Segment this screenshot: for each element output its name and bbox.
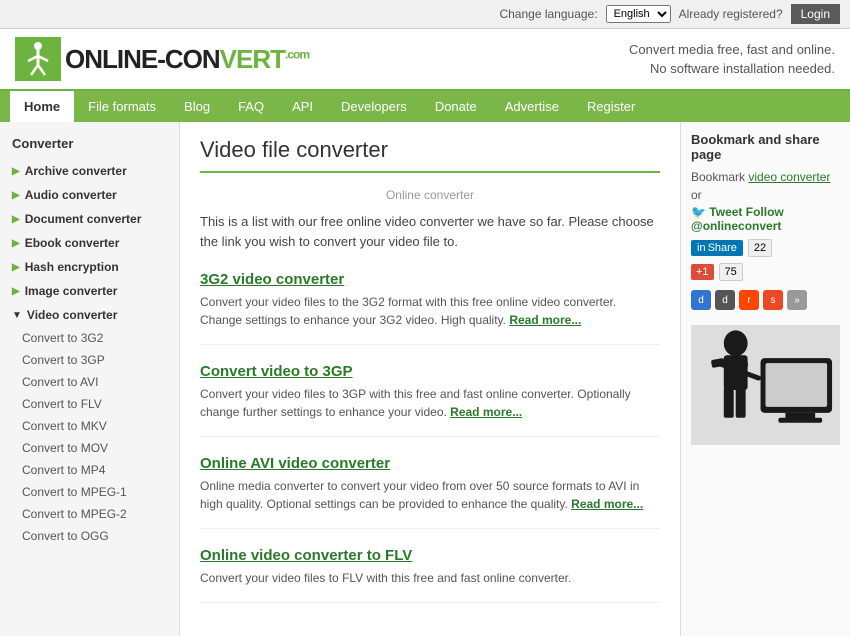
bookmark-title: Bookmark and share page — [691, 132, 840, 162]
advertisement-area — [691, 325, 840, 445]
nav-blog[interactable]: Blog — [170, 91, 224, 122]
sidebar-item-hash[interactable]: ▶ Hash encryption — [0, 255, 179, 279]
sidebar-label-ebook: Ebook converter — [25, 236, 120, 250]
converter-item-3g2: 3G2 video converter Convert your video f… — [200, 271, 660, 345]
sidebar-item-audio[interactable]: ▶ Audio converter — [0, 183, 179, 207]
linkedin-label: Share — [708, 242, 737, 254]
reddit-icon[interactable]: r — [739, 290, 759, 310]
intro-text: This is a list with our free online vide… — [200, 212, 660, 251]
linkedin-icon: in — [697, 242, 706, 254]
social-buttons: in Share 22 — [691, 239, 840, 257]
nav-donate[interactable]: Donate — [421, 91, 491, 122]
top-bar: Change language: English Already registe… — [0, 0, 850, 29]
sidebar: Converter ▶ Archive converter ▶ Audio co… — [0, 122, 180, 636]
converter-desc-3g2: Convert your video files to the 3G2 form… — [200, 293, 660, 329]
nav-home[interactable]: Home — [10, 91, 74, 122]
login-button[interactable]: Login — [791, 4, 840, 24]
nav-faq[interactable]: FAQ — [224, 91, 278, 122]
sidebar-title: Converter — [0, 132, 179, 159]
gplus-buttons: +1 75 d d r s » — [691, 263, 840, 310]
linkedin-share-count: 22 — [748, 239, 772, 257]
sidebar-subitem-3g2[interactable]: Convert to 3G2 — [0, 327, 179, 349]
main-nav: Home File formats Blog FAQ API Developer… — [0, 91, 850, 122]
header-tagline: Convert media free, fast and online. No … — [629, 40, 835, 79]
delicious-icon[interactable]: d — [691, 290, 711, 310]
stumbleupon-icon[interactable]: s — [763, 290, 783, 310]
sidebar-subitem-mkv[interactable]: Convert to MKV — [0, 415, 179, 437]
bookmark-video-link[interactable]: video converter — [748, 170, 830, 184]
sidebar-item-archive[interactable]: ▶ Archive converter — [0, 159, 179, 183]
sidebar-subitem-3gp[interactable]: Convert to 3GP — [0, 349, 179, 371]
sidebar-item-video[interactable]: ▼ Video converter — [0, 303, 179, 327]
or-text: or — [691, 188, 840, 202]
digg-icon[interactable]: d — [715, 290, 735, 310]
arrow-icon: ▶ — [12, 214, 20, 225]
arrow-down-icon: ▼ — [12, 310, 22, 321]
gplus-button[interactable]: +1 — [691, 264, 714, 280]
converter-title-flv[interactable]: Online video converter to FLV — [200, 547, 660, 564]
nav-advertise[interactable]: Advertise — [491, 91, 573, 122]
sidebar-subitem-mpeg1[interactable]: Convert to MPEG-1 — [0, 481, 179, 503]
converter-desc-3gp: Convert your video files to 3GP with thi… — [200, 385, 660, 421]
site-header: ONLINE-CONVERT.com Convert media free, f… — [0, 29, 850, 91]
converter-item-3gp: Convert video to 3GP Convert your video … — [200, 363, 660, 437]
tweet-icon: 🐦 — [691, 205, 706, 219]
read-more-3gp[interactable]: Read more... — [450, 405, 522, 419]
language-select[interactable]: English — [606, 5, 671, 23]
sidebar-subitem-mov[interactable]: Convert to MOV — [0, 437, 179, 459]
tagline-line1: Convert media free, fast and online. — [629, 40, 835, 60]
more-social-icon[interactable]: » — [787, 290, 807, 310]
logo-icon — [15, 37, 61, 81]
arrow-icon: ▶ — [12, 238, 20, 249]
sidebar-label-video: Video converter — [27, 308, 117, 322]
logo-text: ONLINE-CONVERT.com — [65, 44, 309, 75]
nav-api[interactable]: API — [278, 91, 327, 122]
right-sidebar: Bookmark and share page Bookmark video c… — [680, 122, 850, 636]
converter-title-avi[interactable]: Online AVI video converter — [200, 455, 660, 472]
converter-desc-flv: Convert your video files to FLV with thi… — [200, 569, 660, 587]
logo[interactable]: ONLINE-CONVERT.com — [15, 37, 309, 81]
tagline-line2: No software installation needed. — [629, 59, 835, 79]
sidebar-item-ebook[interactable]: ▶ Ebook converter — [0, 231, 179, 255]
online-converter-label: Online converter — [200, 188, 660, 202]
arrow-icon: ▶ — [12, 286, 20, 297]
bookmark-text: Bookmark video converter — [691, 170, 840, 184]
nav-developers[interactable]: Developers — [327, 91, 421, 122]
sidebar-label-hash: Hash encryption — [25, 260, 119, 274]
green-divider — [200, 171, 660, 173]
arrow-icon: ▶ — [12, 166, 20, 177]
nav-file-formats[interactable]: File formats — [74, 91, 170, 122]
sidebar-subitem-ogg[interactable]: Convert to OGG — [0, 525, 179, 547]
converter-item-flv: Online video converter to FLV Convert yo… — [200, 547, 660, 603]
ad-graphic — [691, 328, 840, 443]
sidebar-item-document[interactable]: ▶ Document converter — [0, 207, 179, 231]
converter-title-3gp[interactable]: Convert video to 3GP — [200, 363, 660, 380]
linkedin-share-button[interactable]: in Share — [691, 240, 743, 256]
sidebar-item-image[interactable]: ▶ Image converter — [0, 279, 179, 303]
already-registered-text: Already registered? — [679, 7, 783, 21]
read-more-avi[interactable]: Read more... — [571, 497, 643, 511]
arrow-icon: ▶ — [12, 262, 20, 273]
sidebar-label-document: Document converter — [25, 212, 142, 226]
gplus-count: 75 — [719, 263, 743, 281]
converter-desc-avi: Online media converter to convert your v… — [200, 477, 660, 513]
tweet-follow: 🐦 Tweet Follow @onlineconvert — [691, 205, 840, 233]
sidebar-subitem-avi[interactable]: Convert to AVI — [0, 371, 179, 393]
sidebar-label-image: Image converter — [25, 284, 118, 298]
change-language-label: Change language: — [499, 7, 597, 21]
social-icon-group: d d r s » — [691, 290, 807, 310]
sidebar-label-archive: Archive converter — [25, 164, 127, 178]
sidebar-label-audio: Audio converter — [25, 188, 117, 202]
page-title: Video file converter — [200, 137, 660, 163]
sidebar-subitem-flv[interactable]: Convert to FLV — [0, 393, 179, 415]
arrow-icon: ▶ — [12, 190, 20, 201]
main-layout: Converter ▶ Archive converter ▶ Audio co… — [0, 122, 850, 636]
sidebar-subitem-mpeg2[interactable]: Convert to MPEG-2 — [0, 503, 179, 525]
main-content: Video file converter Online converter Th… — [180, 122, 680, 636]
converter-title-3g2[interactable]: 3G2 video converter — [200, 271, 660, 288]
sidebar-subitem-mp4[interactable]: Convert to MP4 — [0, 459, 179, 481]
converter-item-avi: Online AVI video converter Online media … — [200, 455, 660, 529]
read-more-3g2[interactable]: Read more... — [509, 313, 581, 327]
nav-register[interactable]: Register — [573, 91, 649, 122]
